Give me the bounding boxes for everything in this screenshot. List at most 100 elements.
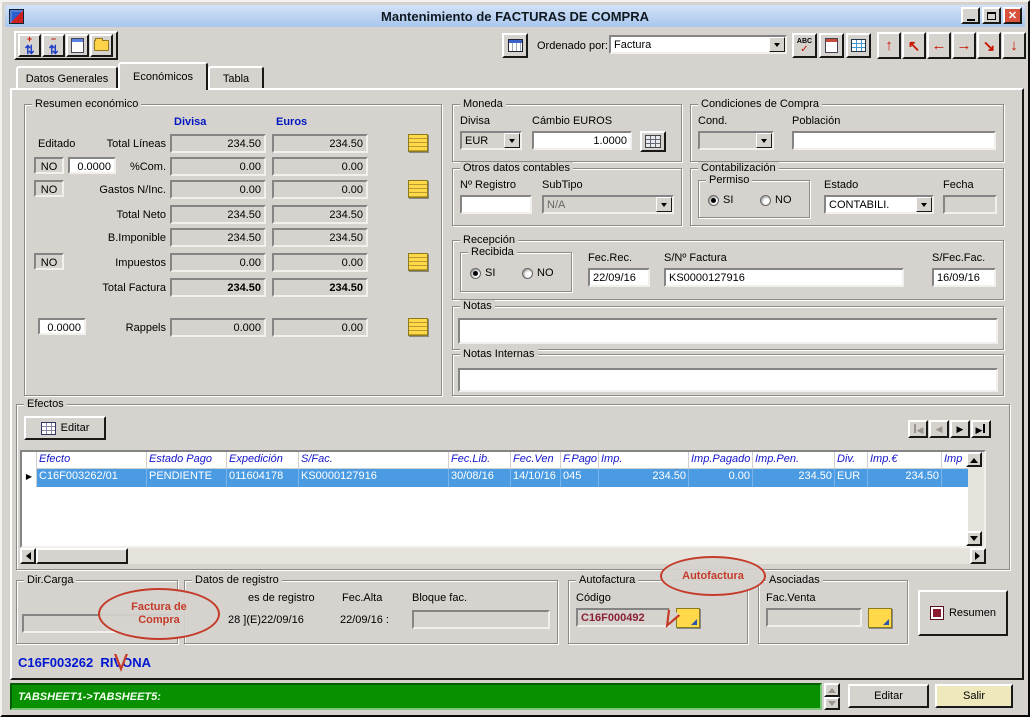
grid-gutter xyxy=(22,452,37,469)
grid-vertical-scrollbar[interactable] xyxy=(968,452,984,546)
nav-right-button[interactable]: → xyxy=(952,32,976,59)
nregistro-field[interactable] xyxy=(460,195,532,214)
editar-button[interactable]: Editar xyxy=(848,684,929,708)
notes-icon[interactable] xyxy=(408,253,428,271)
tab-datos-generales[interactable]: Datos Generales xyxy=(16,66,118,89)
column-header[interactable]: Imp.€ xyxy=(868,452,942,469)
ordenado-combobox[interactable]: Factura xyxy=(609,35,787,54)
maximize-button[interactable] xyxy=(982,7,1001,24)
record-last-button[interactable]: ▶ xyxy=(971,420,991,438)
groupbox-title: Recibida xyxy=(468,246,517,259)
nav-down-button[interactable]: ↓ xyxy=(1002,32,1026,59)
record-id: C16F003262 xyxy=(18,655,93,670)
nav-upleft-button[interactable]: ↖ xyxy=(902,32,926,59)
notas-internas-field[interactable] xyxy=(458,368,998,392)
record-next-button[interactable]: ▶ xyxy=(950,420,970,438)
spellcheck-button[interactable]: ABC✓ xyxy=(792,33,817,58)
tab-tabla[interactable]: Tabla xyxy=(208,66,264,89)
resumen-button[interactable]: Resumen xyxy=(918,590,1008,636)
goto-facventa-icon[interactable] xyxy=(868,608,892,628)
column-header[interactable]: Imp.Pen. xyxy=(753,452,835,469)
nav-downright-button[interactable]: ↘ xyxy=(977,32,1001,59)
scroll-left-button[interactable] xyxy=(20,548,36,564)
snfactura-field[interactable]: KS0000127916 xyxy=(664,268,904,287)
toolbar-folder-button[interactable] xyxy=(90,34,113,57)
estado-dropdown-button[interactable] xyxy=(916,197,932,212)
column-header[interactable]: F.Pago xyxy=(561,452,599,469)
codigo-label: Código xyxy=(576,592,611,605)
row-indicator: ▶ xyxy=(22,469,37,487)
scroll-up-button[interactable] xyxy=(966,452,982,467)
status-scroll-down-button[interactable] xyxy=(824,697,840,710)
com-divisa: 0.00 xyxy=(170,157,266,176)
arrow-up-icon xyxy=(970,454,978,463)
record-prev-button[interactable]: ◀ xyxy=(929,420,949,438)
column-header[interactable]: Efecto xyxy=(37,452,147,469)
notes-icon[interactable] xyxy=(408,180,428,198)
poblacion-field[interactable] xyxy=(792,131,996,150)
com-rate-field[interactable]: 0.0000 xyxy=(68,157,116,174)
rappels-rate-field[interactable]: 0.0000 xyxy=(38,318,86,335)
permiso-si-radio[interactable]: SI xyxy=(708,194,733,206)
subtipo-combobox[interactable]: N/A xyxy=(542,195,674,214)
divisa-combobox[interactable]: EUR xyxy=(460,131,522,150)
column-header[interactable]: Imp. xyxy=(599,452,689,469)
callout-text: Factura de Compra xyxy=(119,601,199,627)
efectos-editar-button[interactable]: Editar xyxy=(24,416,106,440)
close-icon: ✕ xyxy=(1008,9,1017,22)
cambio-field[interactable]: 1.0000 xyxy=(532,131,632,150)
recibida-no-radio[interactable]: NO xyxy=(522,267,554,279)
notes-icon[interactable] xyxy=(408,318,428,336)
scroll-right-button[interactable] xyxy=(970,548,986,564)
fecrec-field[interactable]: 22/09/16 xyxy=(588,268,650,287)
calendar-button[interactable] xyxy=(502,33,528,58)
status-scroll-up-button[interactable] xyxy=(824,683,840,697)
goto-autofactura-icon[interactable] xyxy=(676,608,700,628)
radio-label: SI xyxy=(485,267,495,279)
column-header[interactable]: Div. xyxy=(835,452,868,469)
toolbar-sort-asc-button[interactable]: +⇅ xyxy=(18,34,41,57)
column-header[interactable]: Estado Pago xyxy=(147,452,227,469)
gastos-divisa: 0.00 xyxy=(170,180,266,199)
column-header[interactable]: Imp.Pagado xyxy=(689,452,753,469)
groupbox-title: Resumen económico xyxy=(32,98,141,111)
permiso-no-radio[interactable]: NO xyxy=(760,194,792,206)
grid-header-row: Efecto Estado Pago Expedición S/Fac. Fec… xyxy=(22,452,972,469)
nav-up-button[interactable]: ↑ xyxy=(877,32,901,59)
scroll-down-button[interactable] xyxy=(966,531,982,546)
divisa-dropdown-button[interactable] xyxy=(504,133,520,148)
estado-combobox[interactable]: CONTABILI. xyxy=(824,195,934,214)
grid-horizontal-scrollbar[interactable] xyxy=(20,548,986,564)
cond-combobox[interactable] xyxy=(698,131,774,150)
notes-icon[interactable] xyxy=(408,134,428,152)
recibida-si-radio[interactable]: SI xyxy=(470,267,495,279)
scrollbar-thumb[interactable] xyxy=(36,548,128,564)
subtipo-dropdown-button[interactable] xyxy=(656,197,672,212)
sort-desc-icon: −⇅ xyxy=(48,35,58,56)
cell-div: EUR xyxy=(835,469,868,487)
column-header-euros: Euros xyxy=(276,116,307,129)
record-first-button[interactable]: ◀ xyxy=(908,420,928,438)
row-label: Rappels xyxy=(114,322,166,335)
calculator-button[interactable] xyxy=(640,131,666,152)
column-header[interactable]: S/Fac. xyxy=(299,452,449,469)
toolbar-list-button[interactable] xyxy=(66,34,89,57)
salir-button[interactable]: Salir xyxy=(935,684,1013,708)
toolbar-sort-desc-button[interactable]: −⇅ xyxy=(42,34,65,57)
ordenado-dropdown-button[interactable] xyxy=(769,37,785,52)
rappels-divisa: 0.000 xyxy=(170,318,266,337)
column-header[interactable]: Expedición xyxy=(227,452,299,469)
cond-dropdown-button[interactable] xyxy=(756,133,772,148)
nav-left-button[interactable]: ← xyxy=(927,32,951,59)
tab-economicos[interactable]: Económicos xyxy=(118,62,208,90)
table-row[interactable]: ▶ C16F003262/01 PENDIENTE 011604178 KS00… xyxy=(22,469,972,487)
sfecfac-field[interactable]: 16/09/16 xyxy=(932,268,996,287)
table-view-button[interactable] xyxy=(846,33,871,58)
notas-field[interactable] xyxy=(458,318,998,344)
groupbox-title: Moneda xyxy=(460,98,506,111)
export-button[interactable] xyxy=(819,33,844,58)
column-header[interactable]: Fec.Ven xyxy=(511,452,561,469)
minimize-button[interactable] xyxy=(961,7,980,24)
close-button[interactable]: ✕ xyxy=(1003,7,1022,24)
column-header[interactable]: Fec.Lib. xyxy=(449,452,511,469)
